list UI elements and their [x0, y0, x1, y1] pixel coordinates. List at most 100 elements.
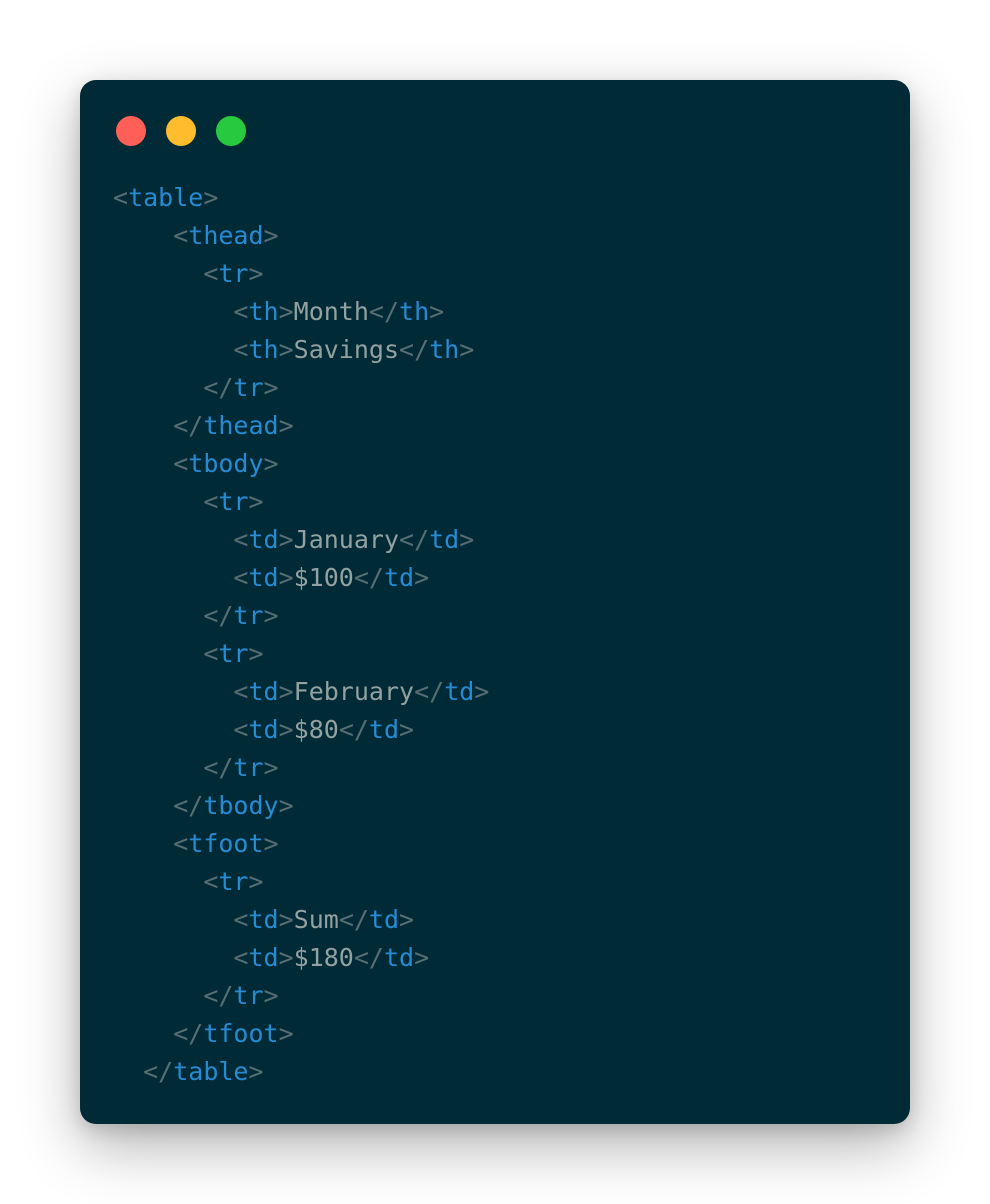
- minimize-button[interactable]: [166, 116, 196, 146]
- code-tag-name: td: [248, 525, 279, 554]
- code-tag-name: td: [248, 943, 279, 972]
- code-bracket: >: [278, 335, 294, 364]
- code-bracket: <: [173, 829, 189, 858]
- code-bracket: <: [173, 221, 189, 250]
- code-tag-name: tr: [233, 373, 264, 402]
- code-bracket: >: [278, 1019, 294, 1048]
- code-line: <thead>: [113, 217, 489, 255]
- code-bracket: </: [338, 715, 369, 744]
- code-tag-name: td: [368, 715, 400, 744]
- code-tag-name: tr: [218, 487, 249, 516]
- code-tag-name: td: [248, 905, 279, 934]
- code-tag-name: td: [383, 943, 415, 972]
- code-bracket: </: [173, 1019, 204, 1048]
- code-tag-name: th: [399, 297, 430, 326]
- code-line: <td>$80</td>: [113, 711, 489, 749]
- code-line: <td>February</td>: [113, 673, 489, 711]
- code-block: <table> <thead> <tr> <th>Month</th> <th>…: [113, 179, 489, 1091]
- code-line: </tr>: [113, 749, 489, 787]
- code-line: </thead>: [113, 407, 489, 445]
- code-bracket: </: [353, 563, 384, 592]
- code-line: </tr>: [113, 597, 489, 635]
- code-text-content: Sum: [293, 905, 339, 934]
- code-bracket: <: [113, 183, 129, 212]
- code-tag-name: tfoot: [203, 1019, 279, 1048]
- code-text-content: February: [293, 677, 415, 706]
- code-tag-name: tbody: [188, 449, 264, 478]
- code-bracket: <: [233, 715, 249, 744]
- code-bracket: <: [233, 905, 249, 934]
- code-bracket: >: [248, 867, 264, 896]
- code-bracket: </: [143, 1057, 174, 1086]
- code-bracket: <: [203, 639, 219, 668]
- code-tag-name: table: [173, 1057, 249, 1086]
- code-bracket: >: [278, 525, 294, 554]
- code-tag-name: thead: [203, 411, 279, 440]
- code-bracket: </: [353, 943, 384, 972]
- code-tag-name: td: [248, 715, 279, 744]
- code-bracket: </: [173, 411, 204, 440]
- code-bracket: >: [429, 297, 445, 326]
- code-bracket: </: [203, 601, 234, 630]
- code-bracket: >: [278, 677, 294, 706]
- code-tag-name: td: [248, 563, 279, 592]
- code-line: </tbody>: [113, 787, 489, 825]
- code-text-content: January: [293, 525, 400, 554]
- code-bracket: >: [248, 259, 264, 288]
- code-tag-name: th: [429, 335, 460, 364]
- code-bracket: >: [414, 563, 430, 592]
- close-button[interactable]: [116, 116, 146, 146]
- code-line: <tr>: [113, 863, 489, 901]
- code-tag-name: td: [444, 677, 475, 706]
- code-tag-name: tr: [218, 867, 249, 896]
- code-tag-name: td: [368, 905, 400, 934]
- code-bracket: </: [203, 981, 234, 1010]
- code-bracket: <: [203, 867, 219, 896]
- code-line: <tr>: [113, 635, 489, 673]
- code-bracket: >: [474, 677, 490, 706]
- code-line: </tr>: [113, 369, 489, 407]
- code-tag-name: tr: [233, 981, 264, 1010]
- code-bracket: >: [203, 183, 219, 212]
- code-bracket: <: [173, 449, 189, 478]
- maximize-button[interactable]: [216, 116, 246, 146]
- code-bracket: >: [263, 221, 279, 250]
- code-bracket: </: [338, 905, 369, 934]
- code-line: <td>Sum</td>: [113, 901, 489, 939]
- code-bracket: >: [399, 715, 415, 744]
- code-text-content: Month: [293, 297, 369, 326]
- code-tag-name: tr: [218, 259, 249, 288]
- code-bracket: >: [278, 563, 294, 592]
- code-tag-name: table: [128, 183, 204, 212]
- code-tag-name: th: [248, 297, 279, 326]
- code-line: <th>Month</th>: [113, 293, 489, 331]
- code-line: <td>January</td>: [113, 521, 489, 559]
- code-bracket: >: [459, 335, 475, 364]
- code-bracket: >: [278, 297, 294, 326]
- code-bracket: >: [278, 943, 294, 972]
- code-bracket: >: [263, 601, 279, 630]
- code-line: <tbody>: [113, 445, 489, 483]
- code-bracket: >: [414, 943, 430, 972]
- code-bracket: >: [278, 791, 294, 820]
- code-bracket: <: [203, 259, 219, 288]
- code-bracket: >: [263, 829, 279, 858]
- code-bracket: >: [263, 753, 279, 782]
- code-tag-name: tbody: [203, 791, 279, 820]
- code-bracket: >: [248, 487, 264, 516]
